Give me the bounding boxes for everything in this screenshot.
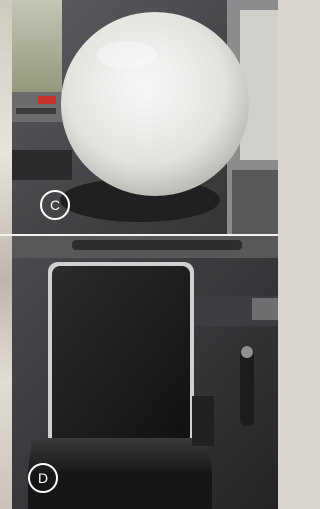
panel-tablet-holder: D [12, 236, 278, 509]
holder-arm [192, 396, 214, 446]
dash-button [252, 298, 278, 320]
windshield-view [12, 0, 62, 100]
panel-label-d: D [28, 463, 58, 493]
gear-knob [241, 346, 253, 358]
image-page: C D [0, 0, 278, 509]
deployed-airbag [61, 12, 249, 196]
door-panel [232, 170, 278, 234]
dashboard-vent-slot [72, 240, 242, 250]
tablet-screen [52, 266, 190, 444]
panel-label-c: C [40, 190, 70, 220]
left-edge-photo-strip [0, 0, 12, 509]
panel-airbag: C [12, 0, 278, 234]
hazard-switch [38, 96, 56, 104]
radio-slot [16, 108, 56, 114]
control-cluster [12, 150, 72, 180]
airbag-highlight [97, 41, 157, 69]
tablet-cradle [28, 438, 212, 472]
